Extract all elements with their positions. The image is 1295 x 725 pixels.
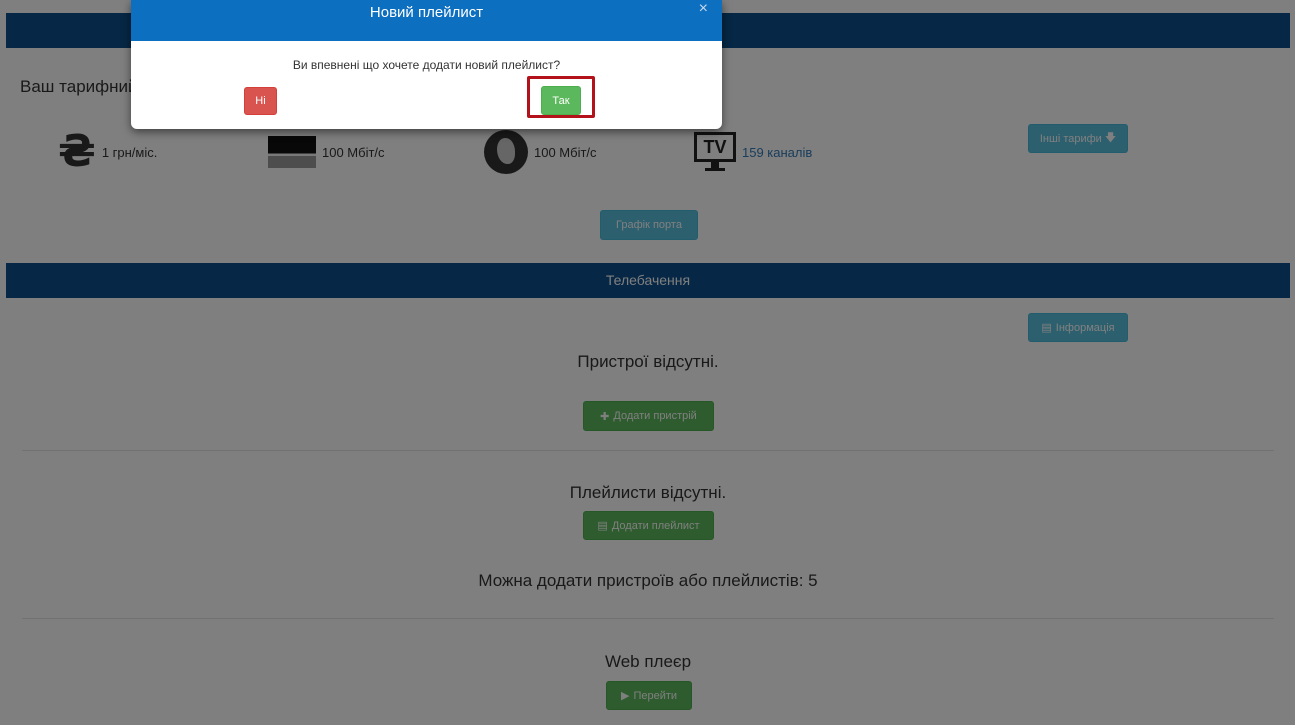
modal-header: Новий плейлист × bbox=[131, 0, 722, 41]
modal-title: Новий плейлист bbox=[369, 4, 484, 21]
modal-message: Ви впевнені що хочете додати новий плейл… bbox=[292, 58, 561, 72]
new-playlist-modal: Новий плейлист × Ви впевнені що хочете д… bbox=[131, 0, 722, 129]
yes-button-highlight bbox=[527, 76, 595, 118]
close-icon[interactable]: × bbox=[699, 1, 708, 17]
no-button[interactable]: Ні bbox=[244, 87, 277, 115]
